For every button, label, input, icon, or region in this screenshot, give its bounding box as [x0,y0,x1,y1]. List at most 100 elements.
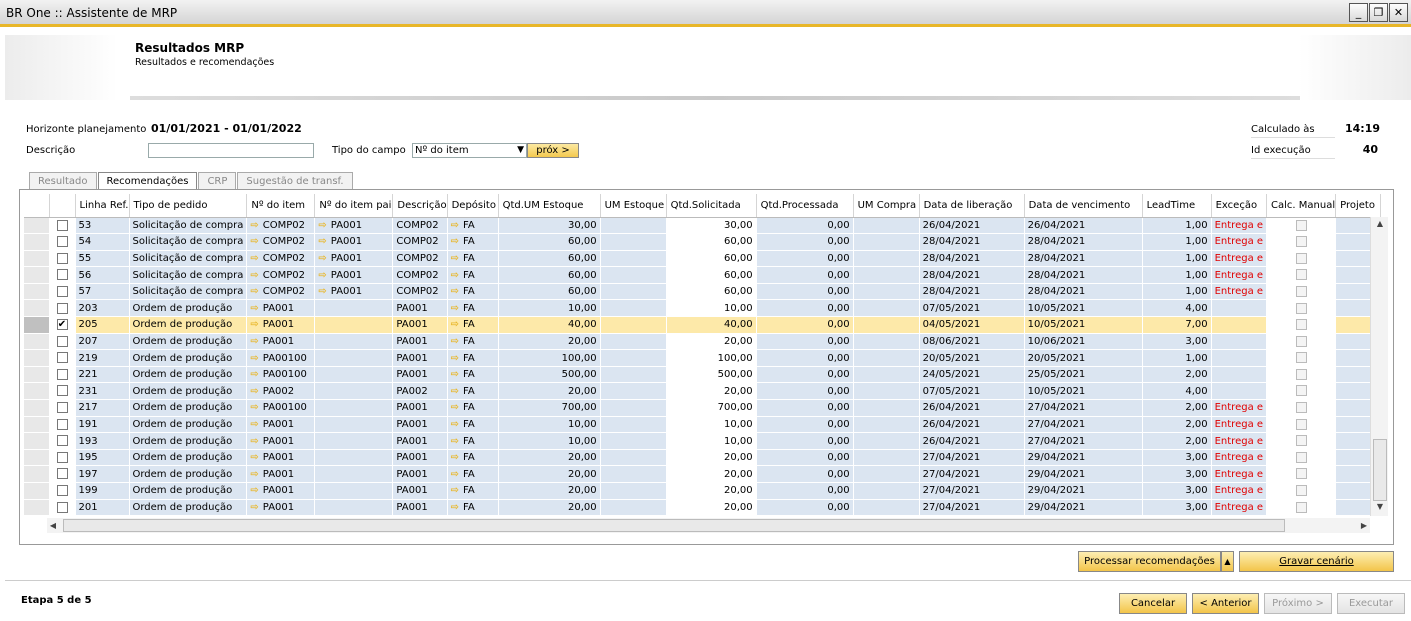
link-arrow-icon[interactable]: ⇨ [318,253,326,264]
row-checkbox[interactable] [56,368,68,380]
link-arrow-icon[interactable]: ⇨ [250,386,258,397]
row-checkbox[interactable] [56,418,68,430]
row-checkbox[interactable] [56,252,68,264]
link-arrow-icon[interactable]: ⇨ [451,419,459,430]
link-arrow-icon[interactable]: ⇨ [451,303,459,314]
row-selector[interactable] [24,366,50,384]
link-arrow-icon[interactable]: ⇨ [451,286,459,297]
qtd-solicitada-cell[interactable]: 30,00 [666,217,757,235]
row-selector[interactable] [24,333,50,351]
table-row[interactable]: 217 Ordem de produção ⇨ PA00100 PA001 ⇨ FA 700,… [24,399,1382,417]
row-checkbox[interactable] [56,236,68,248]
row-selector[interactable] [24,482,50,500]
link-arrow-icon[interactable]: ⇨ [318,236,326,247]
vertical-scroll-thumb[interactable] [1373,439,1387,501]
link-arrow-icon[interactable]: ⇨ [250,319,258,330]
column-header[interactable]: Calc. Manual [1266,194,1337,218]
processar-recomendacoes-button[interactable]: Processar recomendações [1078,551,1221,572]
gravar-cenario-button[interactable]: Gravar cenário [1239,551,1394,572]
link-arrow-icon[interactable]: ⇨ [451,319,459,330]
link-arrow-icon[interactable]: ⇨ [451,369,459,380]
row-checkbox-cell[interactable] [49,266,76,284]
row-checkbox-cell[interactable] [49,449,76,467]
table-row[interactable]: 195 Ordem de produção ⇨ PA001 PA001 ⇨ FA 20,00 2… [24,449,1382,467]
row-checkbox[interactable] [56,435,68,447]
column-header[interactable]: LeadTime [1142,194,1212,218]
link-arrow-icon[interactable]: ⇨ [250,353,258,364]
qtd-solicitada-cell[interactable]: 20,00 [666,333,757,351]
link-arrow-icon[interactable]: ⇨ [451,336,459,347]
row-checkbox[interactable] [56,285,68,297]
link-arrow-icon[interactable]: ⇨ [250,452,258,463]
row-selector[interactable] [24,465,50,483]
row-checkbox-cell[interactable] [49,333,76,351]
link-arrow-icon[interactable]: ⇨ [451,236,459,247]
qtd-solicitada-cell[interactable]: 10,00 [666,416,757,434]
row-selector[interactable] [24,382,50,401]
link-arrow-icon[interactable]: ⇨ [318,220,326,231]
row-checkbox-cell[interactable] [49,366,76,384]
column-header[interactable]: UM Compra [853,194,920,218]
link-arrow-icon[interactable]: ⇨ [250,236,258,247]
table-row[interactable]: 199 Ordem de produção ⇨ PA001 PA001 ⇨ FA 20,00 2… [24,482,1382,500]
column-header[interactable]: Data de vencimento [1024,194,1143,218]
row-checkbox-cell[interactable] [49,499,76,517]
row-selector[interactable] [24,449,50,467]
row-checkbox-cell[interactable] [49,283,76,301]
qtd-solicitada-cell[interactable]: 60,00 [666,250,757,268]
column-header[interactable]: Data de liberação [919,194,1025,218]
anterior-button[interactable]: < Anterior [1192,593,1259,614]
link-arrow-icon[interactable]: ⇨ [250,436,258,447]
minimize-button[interactable]: _ [1349,3,1368,22]
qtd-solicitada-cell[interactable]: 20,00 [666,482,757,500]
qtd-solicitada-cell[interactable]: 10,00 [666,299,757,318]
row-checkbox-cell[interactable] [49,250,76,268]
qtd-solicitada-cell[interactable]: 100,00 [666,349,757,367]
table-row[interactable]: 219 Ordem de produção ⇨ PA00100 PA001 ⇨ FA 100,… [24,349,1382,367]
scroll-right-icon[interactable]: ▶ [1358,519,1370,532]
link-arrow-icon[interactable]: ⇨ [250,270,258,281]
column-header[interactable]: Nº do item pai [314,194,394,218]
link-arrow-icon[interactable]: ⇨ [250,502,258,513]
row-checkbox-cell[interactable] [49,299,76,318]
row-checkbox[interactable] [56,468,68,480]
link-arrow-icon[interactable]: ⇨ [451,436,459,447]
table-row[interactable]: 221 Ordem de produção ⇨ PA00100 PA001 ⇨ FA 500,… [24,366,1382,384]
qtd-solicitada-cell[interactable]: 20,00 [666,382,757,401]
row-selector[interactable] [24,250,50,268]
row-checkbox[interactable] [56,402,68,414]
table-row[interactable]: 56 Solicitação de compra ⇨ COMP02 ⇨ PA001 COMP… [24,266,1382,284]
row-checkbox[interactable] [56,335,68,347]
column-header[interactable]: Nº do item [246,194,316,218]
table-row[interactable]: 57 Solicitação de compra ⇨ COMP02 ⇨ PA001 COMP… [24,283,1382,301]
tab-resultado[interactable]: Resultado [29,172,97,190]
link-arrow-icon[interactable]: ⇨ [451,386,459,397]
row-checkbox-cell[interactable] [49,465,76,483]
link-arrow-icon[interactable]: ⇨ [451,270,459,281]
row-selector[interactable] [24,349,50,367]
table-row[interactable]: 191 Ordem de produção ⇨ PA001 PA001 ⇨ FA 10,00 1… [24,416,1382,434]
column-header[interactable] [49,194,76,218]
row-selector[interactable] [24,217,50,235]
column-header[interactable]: Qtd.Solicitada [666,194,757,218]
link-arrow-icon[interactable]: ⇨ [451,485,459,496]
row-checkbox-cell[interactable] [49,382,76,401]
row-checkbox-cell[interactable] [49,416,76,434]
horizontal-scrollbar[interactable]: ◀ ▶ [47,518,1370,533]
row-selector[interactable] [24,316,50,334]
scroll-left-icon[interactable]: ◀ [47,519,59,532]
row-checkbox-cell[interactable] [49,349,76,367]
restore-button[interactable]: ❐ [1369,3,1388,22]
prox-button[interactable]: próx > [527,143,579,158]
tab-crp[interactable]: CRP [198,172,237,190]
table-row[interactable]: 203 Ordem de produção ⇨ PA001 PA001 ⇨ FA 10,00 1… [24,299,1382,318]
qtd-solicitada-cell[interactable]: 20,00 [666,465,757,483]
row-selector[interactable] [24,499,50,517]
executar-button[interactable]: Executar [1337,593,1405,614]
row-checkbox[interactable] [56,302,68,314]
link-arrow-icon[interactable]: ⇨ [451,452,459,463]
descricao-input[interactable] [148,143,314,158]
column-header[interactable]: UM Estoque [600,194,667,218]
link-arrow-icon[interactable]: ⇨ [451,353,459,364]
close-button[interactable]: ✕ [1389,3,1408,22]
